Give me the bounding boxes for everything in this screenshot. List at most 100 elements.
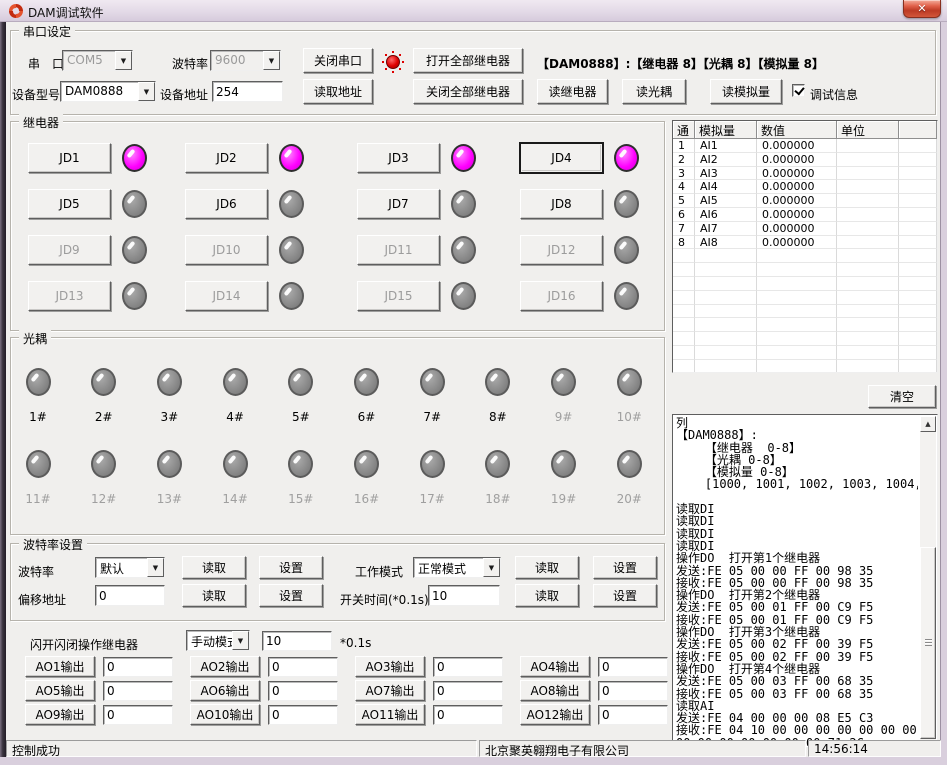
- opto-label-17: 17#: [417, 492, 447, 506]
- log-scrollbar-thumb[interactable]: [920, 547, 936, 739]
- ao-output-button-3[interactable]: AO3输出: [355, 656, 425, 677]
- ao-output-button-12[interactable]: AO12输出: [520, 704, 590, 725]
- switch-set-button[interactable]: 设置: [593, 584, 657, 607]
- table-cell: [837, 332, 899, 346]
- opto-led-6: [354, 368, 379, 396]
- serial-group-title: 串口设定: [19, 23, 75, 40]
- table-cell: [673, 305, 695, 319]
- switch-time-input[interactable]: [428, 585, 500, 606]
- table-cell: [673, 318, 695, 332]
- relay-button-jd1[interactable]: JD1: [28, 143, 111, 173]
- ao-output-input-3[interactable]: [433, 657, 503, 677]
- offset-set-button[interactable]: 设置: [259, 584, 323, 607]
- ao-output-button-6[interactable]: AO6输出: [190, 680, 260, 701]
- close-all-relays-button[interactable]: 关闭全部继电器: [413, 79, 523, 104]
- device-address-input[interactable]: [212, 81, 283, 102]
- ao-output-input-11[interactable]: [433, 705, 503, 725]
- ao-output-button-4[interactable]: AO4输出: [520, 656, 590, 677]
- work-mode-select[interactable]: 正常模式 ▼: [413, 557, 501, 578]
- ao-output-input-7[interactable]: [433, 681, 503, 701]
- device-model-label: 设备型号: [12, 86, 60, 103]
- table-row-empty: [673, 249, 937, 263]
- table-cell: [757, 332, 837, 346]
- table-cell: [757, 263, 837, 277]
- relay-button-jd2[interactable]: JD2: [185, 143, 268, 173]
- baud-set-button[interactable]: 设置: [259, 556, 323, 579]
- mode-read-button[interactable]: 读取: [515, 556, 579, 579]
- ao-output-button-11[interactable]: AO11输出: [355, 704, 425, 725]
- window-title: DAM调试软件: [28, 4, 104, 21]
- read-relays-button[interactable]: 读继电器: [537, 79, 608, 104]
- table-cell: [673, 346, 695, 360]
- opto-label-9: 9#: [549, 410, 579, 424]
- ao-output-button-5[interactable]: AO5输出: [25, 680, 95, 701]
- ao-output-input-6[interactable]: [268, 681, 338, 701]
- ao-output-input-5[interactable]: [103, 681, 173, 701]
- table-cell: AI5: [695, 194, 757, 208]
- relay-button-jd5[interactable]: JD5: [28, 189, 111, 219]
- chevron-down-icon[interactable]: ▼: [232, 631, 249, 650]
- relay-button-jd3[interactable]: JD3: [357, 143, 440, 173]
- table-cell: 0.000000: [757, 167, 837, 181]
- ao-output-button-8[interactable]: AO8输出: [520, 680, 590, 701]
- table-cell: AI3: [695, 167, 757, 181]
- device-model-select[interactable]: DAM0888 ▼: [60, 81, 156, 102]
- opto-group-title: 光耦: [19, 330, 51, 347]
- close-port-button[interactable]: 关闭串口: [303, 48, 373, 73]
- ao-output-input-12[interactable]: [598, 705, 668, 725]
- relay-button-jd6[interactable]: JD6: [185, 189, 268, 219]
- table-cell: [695, 291, 757, 305]
- table-header-0[interactable]: 通: [673, 121, 695, 139]
- ao-output-input-10[interactable]: [268, 705, 338, 725]
- ao-output-button-7[interactable]: AO7输出: [355, 680, 425, 701]
- chevron-down-icon[interactable]: ▼: [138, 82, 155, 101]
- relay-led-jd6: [279, 190, 304, 218]
- offset-read-button[interactable]: 读取: [182, 584, 246, 607]
- ao-output-button-2[interactable]: AO2输出: [190, 656, 260, 677]
- table-header-1[interactable]: 模拟量: [695, 121, 757, 139]
- baud-set-select[interactable]: 默认 ▼: [95, 557, 165, 578]
- table-header-4[interactable]: [899, 121, 937, 139]
- ao-output-input-2[interactable]: [268, 657, 338, 677]
- clear-log-button[interactable]: 清空: [868, 385, 936, 408]
- ao-output-input-8[interactable]: [598, 681, 668, 701]
- chevron-down-icon[interactable]: ▼: [483, 558, 500, 577]
- ao-output-input-4[interactable]: [598, 657, 668, 677]
- flash-time-input[interactable]: [262, 631, 332, 651]
- app-window: DAM调试软件 ✕ 串口设定 串 口 COM5 ▼ 波特率 9600 ▼ 关闭串…: [0, 0, 947, 765]
- baud-read-button[interactable]: 读取: [182, 556, 246, 579]
- relay-button-jd8[interactable]: JD8: [520, 189, 603, 219]
- read-analog-button[interactable]: 读模拟量: [710, 79, 782, 104]
- chevron-down-icon: ▼: [263, 51, 280, 70]
- table-cell: AI8: [695, 236, 757, 250]
- switch-time-label: 开关时间(*0.1s): [340, 591, 429, 608]
- ao-output-button-1[interactable]: AO1输出: [25, 656, 95, 677]
- debug-info-checkbox[interactable]: [792, 84, 805, 97]
- chevron-down-icon[interactable]: ▼: [147, 558, 164, 577]
- relay-button-jd4[interactable]: JD4: [520, 143, 603, 173]
- relay-button-jd7[interactable]: JD7: [357, 189, 440, 219]
- flash-mode-select[interactable]: 手动模式 ▼: [186, 630, 250, 651]
- title-bar: DAM调试软件 ✕: [0, 0, 947, 22]
- switch-read-button[interactable]: 读取: [515, 584, 579, 607]
- offset-address-input[interactable]: [95, 585, 165, 606]
- open-all-relays-button[interactable]: 打开全部继电器: [413, 48, 523, 73]
- ao-output-input-1[interactable]: [103, 657, 173, 677]
- table-header-2[interactable]: 数值: [757, 121, 837, 139]
- mode-set-button[interactable]: 设置: [593, 556, 657, 579]
- close-button[interactable]: ✕: [903, 0, 941, 18]
- read-opto-button[interactable]: 读光耦: [622, 79, 686, 104]
- table-header-3[interactable]: 单位: [837, 121, 899, 139]
- relay-button-jd15: JD15: [357, 281, 440, 311]
- relay-led-jd4: [614, 144, 639, 172]
- ao-output-input-9[interactable]: [103, 705, 173, 725]
- scroll-up-icon[interactable]: ▲: [920, 416, 936, 432]
- offset-address-label: 偏移地址: [18, 591, 66, 608]
- log-scrollbar[interactable]: ▲: [920, 416, 936, 746]
- ao-output-button-9[interactable]: AO9输出: [25, 704, 95, 725]
- debug-log-panel[interactable]: 列 【DAM0888】: 【继电器 0-8】 【光耦 0-8】 【模拟量 0-8…: [672, 414, 938, 748]
- table-cell: [757, 277, 837, 291]
- relay-led-jd7: [451, 190, 476, 218]
- read-address-button[interactable]: 读取地址: [303, 79, 373, 104]
- ao-output-button-10[interactable]: AO10输出: [190, 704, 260, 725]
